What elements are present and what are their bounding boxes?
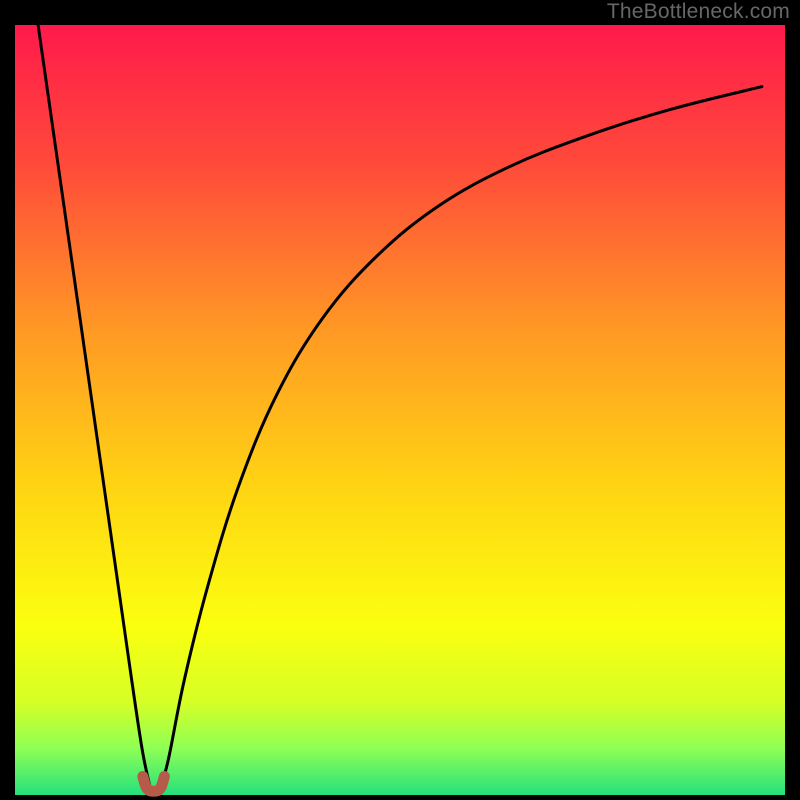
chart-frame: TheBottleneck.com <box>0 0 800 800</box>
bottleneck-chart <box>0 0 800 800</box>
watermark-label: TheBottleneck.com <box>607 0 790 24</box>
